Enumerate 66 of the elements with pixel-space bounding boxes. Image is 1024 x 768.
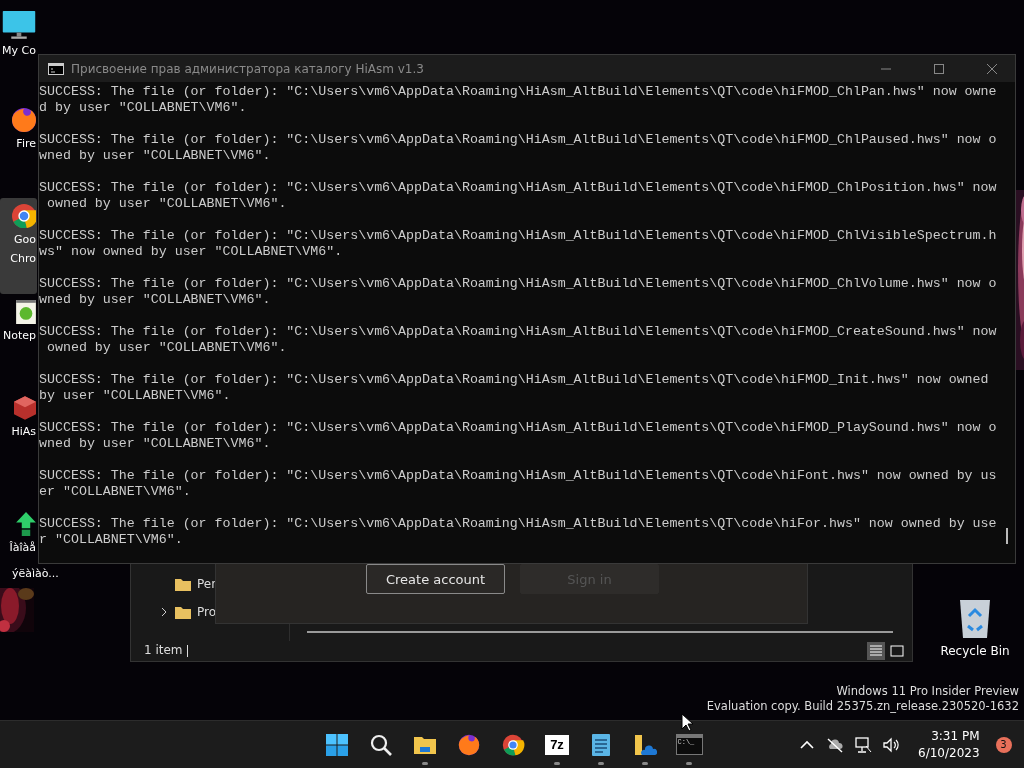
console-output: SUCCESS: The file (or folder): "C:\Users\vm6\AppData\Roaming\HiAsm_AltBuild\Elements\QT\code\hiFor.hws" now owned by use r "COLLABNET\VM6". [39, 516, 997, 548]
folder-icon [175, 605, 191, 619]
taskbar-button[interactable]: 7z [535, 721, 579, 768]
firefox-icon [12, 108, 36, 132]
console-output: SUCCESS: The file (or folder): "C:\Users\vm6\AppData\Roaming\HiAsm_AltBuild\Elements\QT\code\hiFMOD_ChlPosition.hws" now owned by user "COLLABNET\VM6". [39, 180, 997, 212]
notepad-icon [16, 300, 36, 324]
icon-label: Chro [10, 251, 36, 266]
close-icon[interactable] [986, 62, 998, 75]
desktop-icon[interactable]: Îàîàå [0, 486, 37, 562]
icon-label: Recycle Bin [940, 644, 1010, 658]
tiles-view-button[interactable] [888, 642, 906, 660]
console-output: SUCCESS: The file (or folder): "C:\Users\vm6\AppData\Roaming\HiAsm_AltBuild\Elements\QT\code\hiFMOD_PlaySound.hws" now o wned by user "COLLABNET\VM6". [39, 420, 997, 452]
dialog-button[interactable]: Create account [366, 564, 505, 594]
details-view-button[interactable] [867, 642, 885, 660]
icon-label: Notep [2, 328, 36, 343]
cube-icon [14, 396, 36, 420]
icon-label: Goo [14, 232, 36, 247]
icon-label: Îàîàå [9, 540, 36, 555]
desktop-icon[interactable]: Goo Chro [0, 198, 37, 294]
volume-icon[interactable] [882, 735, 900, 754]
chrome-icon [12, 204, 36, 228]
running-indicator [422, 762, 428, 765]
folder-icon [175, 577, 191, 591]
console-output: SUCCESS: The file (or folder): "C:\Users\vm6\AppData\Roaming\HiAsm_AltBuild\Elements\QT\code\hiFont.hws" now owned by us er "COLLABNET\VM6". [39, 468, 997, 500]
search-icon[interactable] [369, 732, 393, 757]
desktop-icon[interactable]: Fire [0, 102, 37, 198]
arrows-icon [16, 512, 36, 536]
icon-label: HiAs [11, 424, 36, 439]
running-indicator [642, 762, 648, 765]
desktop-icon[interactable]: Notep [0, 294, 37, 390]
running-indicator [686, 762, 692, 765]
watermark-text: Windows 11 Pro Insider Preview [836, 684, 1019, 699]
notification-badge[interactable]: 3 [995, 736, 1012, 753]
running-indicator [598, 762, 604, 765]
cursor-icon [681, 713, 693, 732]
folder-cloud-icon[interactable] [633, 732, 657, 757]
firefox-icon[interactable] [457, 732, 481, 757]
console-output: SUCCESS: The file (or folder): "C:\Users\vm6\AppData\Roaming\HiAsm_AltBuild\Elements\QT\code\hiFMOD_Init.hws" now owned by user "COLLABNET\VM6". [39, 372, 990, 404]
notepad-icon[interactable] [589, 732, 613, 757]
tree-item[interactable]: Pro [197, 605, 217, 619]
console-output: SUCCESS: The file (or folder): "C:\Users\vm6\AppData\Roaming\HiAsm_AltBuild\Elements\QT\code\hiFMOD_ChlPan.hws" now owne d by user "COLLABNET\VM6". [39, 84, 997, 116]
chrome-icon[interactable] [501, 732, 525, 757]
running-indicator [554, 762, 560, 765]
network-icon[interactable] [854, 735, 872, 754]
console-icon [48, 62, 64, 75]
console-output: SUCCESS: The file (or folder): "C:\Users\vm6\AppData\Roaming\HiAsm_AltBuild\Elements\QT\code\hiFMOD_ChlVisibleSpectrum.h ws" now owned by user "COLLABNET\VM6". [39, 228, 997, 260]
monitor-icon [2, 10, 36, 39]
chevron-icon[interactable] [159, 607, 169, 617]
clock[interactable]: 3:31 PM 6/10/2023 [918, 727, 980, 762]
scrollbar[interactable] [307, 631, 893, 633]
desktop-icon[interactable]: My Co [0, 6, 37, 102]
start-icon[interactable] [325, 732, 349, 757]
watermark-text: Evaluation copy. Build 25375.zn_release.230520-1632 [706, 699, 1019, 714]
console-output: SUCCESS: The file (or folder): "C:\Users\vm6\AppData\Roaming\HiAsm_AltBuild\Elements\QT\code\hiFMOD_ChlVolume.hws" now o wned by user "COLLABNET\VM6". [39, 276, 997, 308]
icon-label: Fire [16, 136, 36, 151]
tree-item[interactable]: Per [197, 577, 217, 591]
desktop-icon[interactable]: HiAs [0, 390, 37, 486]
scrollbar-thumb[interactable] [1006, 528, 1008, 544]
console-output: SUCCESS: The file (or folder): "C:\Users\vm6\AppData\Roaming\HiAsm_AltBuild\Elements\QT\code\hiFMOD_CreateSound.hws" now owned by user "COLLABNET\VM6". [39, 324, 997, 356]
maximize-icon[interactable] [933, 62, 945, 75]
7zip-icon[interactable]: 7z [545, 734, 569, 755]
window-title: Присвоение прав администратора каталогу HiAsm v1.3 [71, 61, 425, 76]
console-output: SUCCESS: The file (or folder): "C:\Users\vm6\AppData\Roaming\HiAsm_AltBuild\Elements\QT\code\hiFMOD_ChlPaused.hws" now o wned by user "COLLABNET\VM6". [39, 132, 997, 164]
icon-label: ýëàìàò... [12, 566, 59, 581]
status-text: 1 item [144, 643, 183, 657]
icon-label: My Co [2, 43, 36, 58]
